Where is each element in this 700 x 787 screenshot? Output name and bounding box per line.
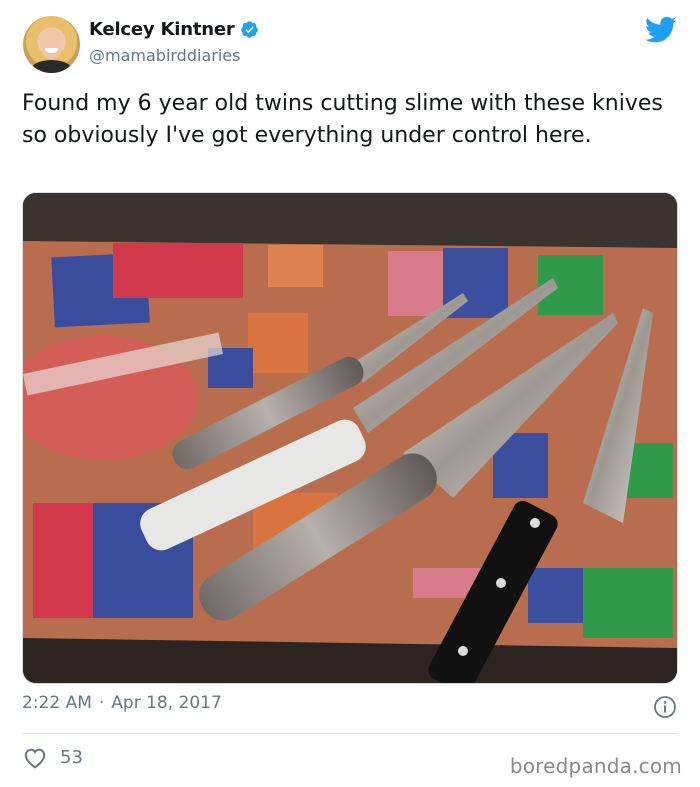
- avatar-shirt: [31, 60, 72, 73]
- tweet-time: 2:22 AM: [22, 693, 92, 713]
- avatar-face: [40, 29, 63, 59]
- author-name-row[interactable]: Kelcey Kintner: [89, 19, 259, 40]
- like-action[interactable]: 53: [22, 745, 83, 769]
- knives-on-mat-photo: [23, 193, 677, 683]
- heart-icon[interactable]: [22, 745, 48, 769]
- tweet-photo[interactable]: [22, 192, 678, 684]
- tweet-card: Kelcey Kintner @mamabirddiaries Found my…: [0, 0, 700, 787]
- divider: [22, 733, 678, 734]
- verified-badge-icon: [240, 21, 258, 38]
- tweet-timestamp[interactable]: 2:22 AM · Apr 18, 2017: [22, 693, 222, 713]
- twitter-bird-icon[interactable]: [645, 16, 677, 44]
- info-icon[interactable]: [653, 695, 677, 719]
- like-count: 53: [60, 746, 83, 768]
- author-display-name[interactable]: Kelcey Kintner: [89, 19, 235, 40]
- author-handle[interactable]: @mamabirddiaries: [89, 46, 240, 65]
- tweet-date: Apr 18, 2017: [111, 693, 222, 713]
- source-watermark: boredpanda.com: [509, 754, 682, 778]
- tweet-text: Found my 6 year old twins cutting slime …: [22, 91, 663, 148]
- timestamp-separator: ·: [98, 693, 105, 713]
- avatar[interactable]: [23, 16, 80, 73]
